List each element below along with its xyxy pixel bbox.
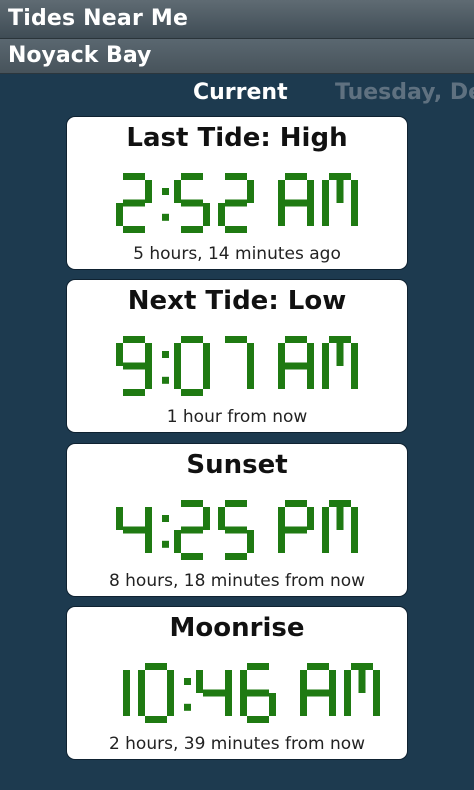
digit-2 (218, 173, 254, 233)
digit-a (278, 336, 314, 389)
day-tabs: Current Tuesday, De (0, 80, 474, 110)
digit-m (322, 173, 358, 226)
card-title: Moonrise (169, 613, 305, 643)
sunset-time (116, 500, 358, 560)
digit-6 (240, 663, 276, 723)
digit-4 (196, 670, 232, 716)
colon-separator (162, 515, 169, 548)
card-relative-time: 2 hours, 39 minutes from now (108, 734, 366, 754)
moonrise-card: Moonrise 2 hours, 39 minutes from now (67, 607, 407, 759)
card-relative-time: 1 hour from now (166, 407, 308, 427)
next-tide-time (116, 336, 358, 396)
digit-2 (174, 500, 210, 560)
card-title: Last Tide: High (126, 123, 348, 153)
digit-4 (116, 507, 152, 553)
digit-5 (174, 173, 210, 233)
colon-separator (184, 678, 191, 711)
last-tide-card: Last Tide: High 5 hours, 14 minutes ago (67, 117, 407, 269)
tab-current[interactable]: Current (193, 80, 288, 105)
digit-a (300, 663, 336, 716)
digit-a (278, 173, 314, 226)
location-bar[interactable]: Noyack Bay (0, 39, 474, 74)
app-title: Tides Near Me (8, 6, 189, 31)
tab-next-day[interactable]: Tuesday, De (335, 80, 474, 105)
card-relative-time: 8 hours, 18 minutes from now (108, 571, 366, 591)
card-relative-time: 5 hours, 14 minutes ago (133, 244, 341, 264)
digit-2 (116, 173, 152, 233)
app-title-bar: Tides Near Me (0, 0, 474, 39)
colon-separator (162, 188, 169, 221)
last-tide-time (116, 173, 358, 233)
digit-p (278, 500, 314, 553)
digit-m (344, 663, 380, 716)
moonrise-time (123, 663, 380, 723)
digit-9 (116, 336, 152, 396)
colon-separator (162, 351, 169, 384)
digit-5 (218, 500, 254, 560)
card-title: Sunset (186, 450, 288, 480)
digit-m (322, 500, 358, 553)
location-name: Noyack Bay (8, 43, 152, 68)
digit-m (322, 336, 358, 389)
next-tide-card: Next Tide: Low 1 hour from now (67, 280, 407, 432)
digit-1 (123, 670, 130, 716)
digit-0 (138, 663, 174, 723)
card-title: Next Tide: Low (127, 286, 347, 316)
sunset-card: Sunset 8 hours, 18 minutes from now (67, 444, 407, 596)
digit-0 (174, 336, 210, 396)
digit-7 (225, 336, 254, 389)
